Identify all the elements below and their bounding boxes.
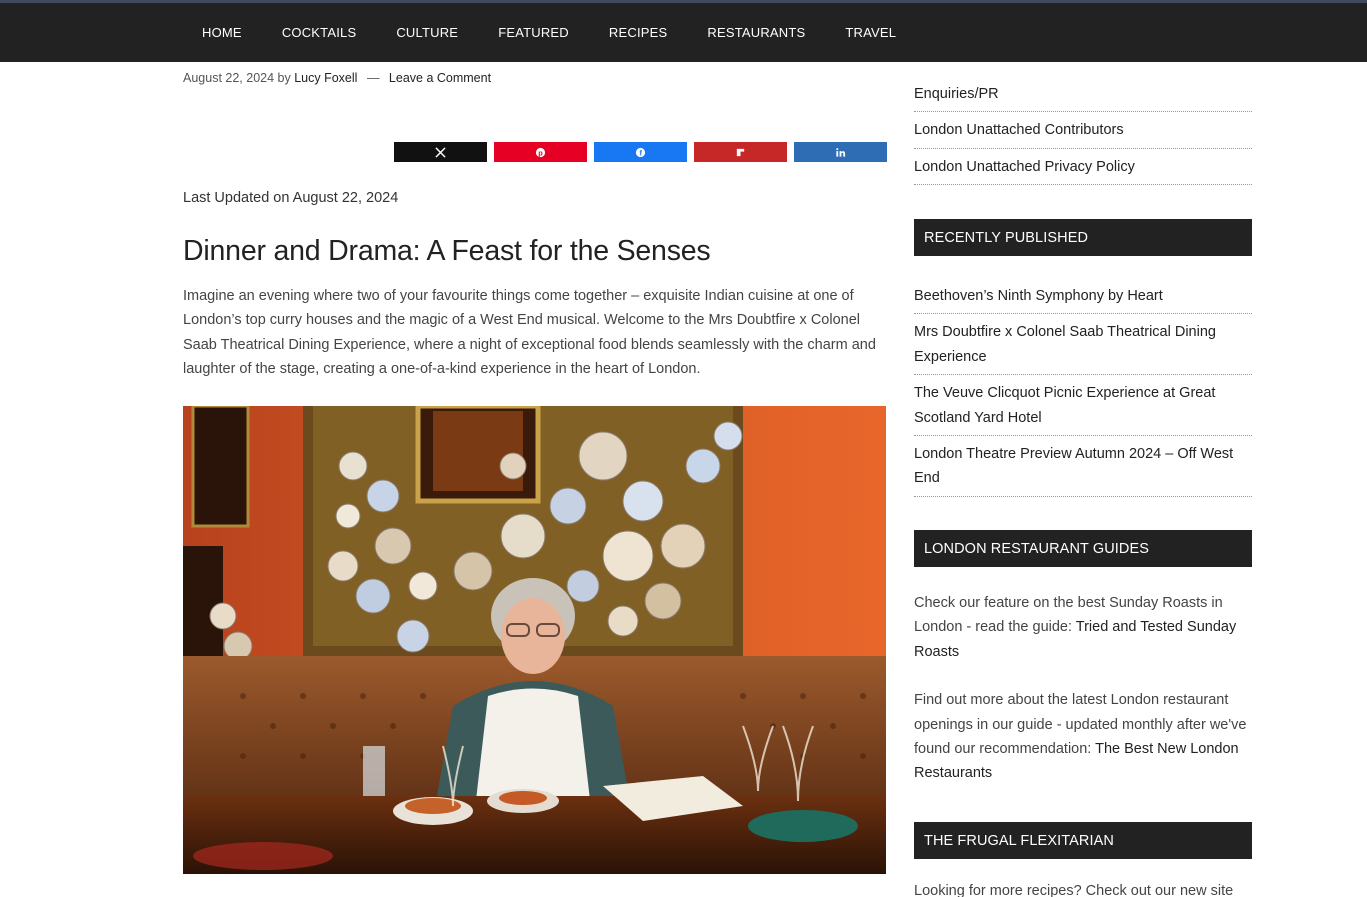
facebook-icon: f xyxy=(635,147,646,157)
restaurant-guides-title: LONDON RESTAURANT GUIDES xyxy=(914,530,1252,567)
main-nav: HOME COCKTAILS CULTURE FEATURED RECIPES … xyxy=(182,3,916,62)
nav-featured[interactable]: FEATURED xyxy=(478,25,589,40)
nav-home[interactable]: HOME xyxy=(182,25,262,40)
share-linkedin-button[interactable] xyxy=(794,142,887,162)
nav-recipes[interactable]: RECIPES xyxy=(589,25,687,40)
top-navigation-bar: HOME COCKTAILS CULTURE FEATURED RECIPES … xyxy=(0,0,1367,62)
hero-image xyxy=(183,406,886,874)
restaurant-guides-widget: LONDON RESTAURANT GUIDES Check our featu… xyxy=(914,530,1252,786)
x-logo-icon xyxy=(435,146,446,158)
recent-post-link[interactable]: The Veuve Clicquot Picnic Experience at … xyxy=(914,375,1252,437)
recent-post-link[interactable]: Beethoven’s Ninth Symphony by Heart xyxy=(914,278,1252,315)
share-facebook-button[interactable]: f xyxy=(594,142,687,162)
frugal-flexitarian-title: THE FRUGAL FLEXITARIAN xyxy=(914,822,1252,859)
nav-culture[interactable]: CULTURE xyxy=(376,25,478,40)
recently-published-list: Beethoven’s Ninth Symphony by Heart Mrs … xyxy=(914,278,1252,497)
sidebar-link-enquiries[interactable]: Enquiries/PR xyxy=(914,76,1252,113)
restaurant-photo xyxy=(183,406,886,874)
recently-published-title: RECENTLY PUBLISHED xyxy=(914,219,1252,256)
share-x-button[interactable] xyxy=(394,142,487,162)
sidebar-link-contributors[interactable]: London Unattached Contributors xyxy=(914,112,1252,149)
meta-separator: — xyxy=(366,71,380,85)
recent-post-link[interactable]: London Theatre Preview Autumn 2024 – Off… xyxy=(914,436,1252,497)
linkedin-icon xyxy=(836,147,846,157)
pinterest-icon: p xyxy=(535,147,546,157)
share-flipboard-button[interactable] xyxy=(694,142,787,162)
svg-text:p: p xyxy=(538,148,543,157)
recently-published-widget: RECENTLY PUBLISHED Beethoven’s Ninth Sym… xyxy=(914,219,1252,497)
guide-paragraph-roasts: Check our feature on the best Sunday Roa… xyxy=(914,591,1252,664)
frugal-flexitarian-text: Looking for more recipes? Check out our … xyxy=(914,883,1234,897)
post-by: by xyxy=(277,71,291,85)
article-title: Dinner and Drama: A Feast for the Senses xyxy=(183,235,711,267)
author-link[interactable]: Lucy Foxell xyxy=(294,71,357,85)
recent-post-link[interactable]: Mrs Doubtfire x Colonel Saab Theatrical … xyxy=(914,314,1252,376)
share-bar: p f xyxy=(394,142,887,162)
leave-comment-link[interactable]: Leave a Comment xyxy=(389,71,491,85)
sidebar-pages: Enquiries/PR London Unattached Contribut… xyxy=(914,76,1252,186)
nav-cocktails[interactable]: COCKTAILS xyxy=(262,25,377,40)
post-meta: August 22, 2024 by Lucy Foxell — Leave a… xyxy=(183,71,491,85)
flipboard-icon xyxy=(736,148,745,156)
last-updated: Last Updated on August 22, 2024 xyxy=(183,190,399,206)
article-intro: Imagine an evening where two of your fav… xyxy=(183,288,876,378)
nav-travel[interactable]: TRAVEL xyxy=(825,25,916,40)
sidebar-link-privacy[interactable]: London Unattached Privacy Policy xyxy=(914,149,1252,186)
share-pinterest-button[interactable]: p xyxy=(494,142,587,162)
guide-paragraph-new-restaurants: Find out more about the latest London re… xyxy=(914,688,1252,786)
post-date: August 22, 2024 xyxy=(183,71,275,85)
nav-restaurants[interactable]: RESTAURANTS xyxy=(687,25,825,40)
frugal-flexitarian-widget: THE FRUGAL FLEXITARIAN Looking for more … xyxy=(914,822,1252,897)
